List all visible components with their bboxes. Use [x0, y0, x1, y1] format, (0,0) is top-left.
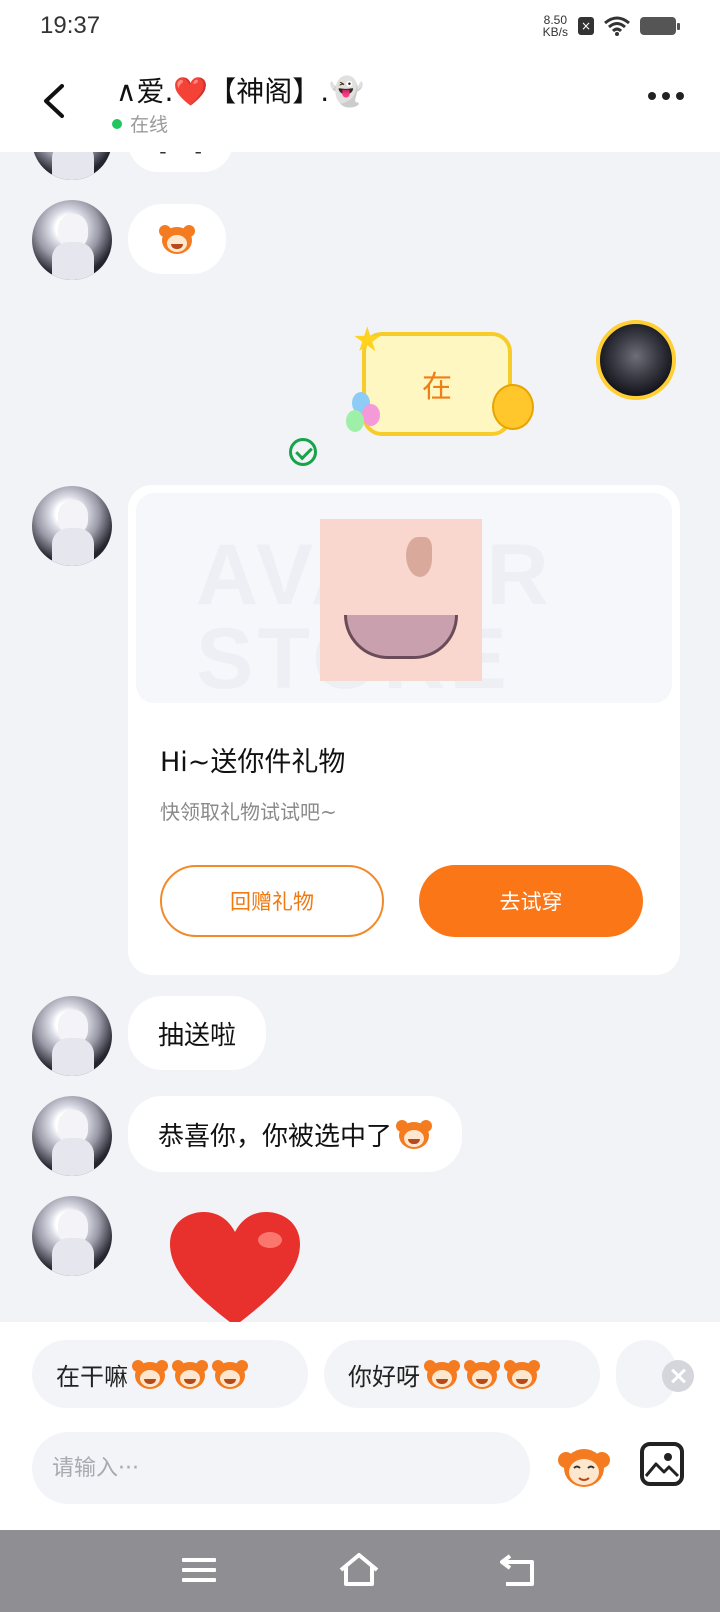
message-bubble: 抽送啦	[128, 996, 267, 1070]
message-text: 抽送啦	[158, 1020, 237, 1051]
net-speed-unit: KB/s	[542, 25, 568, 39]
monkey-emoji-icon	[424, 1358, 460, 1390]
status-bar: 19:37 8.50 KB/s ×	[0, 0, 720, 54]
chat-title-suffix: 【神阁】.👻	[208, 75, 365, 108]
sticker-button[interactable]	[556, 1438, 612, 1494]
return-gift-button[interactable]: 回赠礼物	[160, 865, 384, 937]
balloon-icon	[362, 404, 380, 426]
image-icon	[644, 1453, 680, 1478]
sticker-card: 在	[362, 332, 512, 436]
net-speed: 8.50 KB/s	[543, 14, 568, 38]
message-text: [...]	[158, 152, 203, 157]
gift-title: Hi~送你件礼物	[160, 747, 346, 778]
monkey-emoji-icon	[464, 1358, 500, 1390]
sticker-text: 在	[422, 370, 452, 405]
sticker-icon	[558, 1449, 610, 1487]
quick-reply-chip[interactable]: 你好呀	[324, 1340, 600, 1408]
status-time: 19:37	[40, 12, 101, 39]
message-bubble-partial: [...]	[128, 152, 234, 172]
chat-header: ∧爱.❤️【神阁】.👻 在线	[0, 54, 720, 152]
back-icon[interactable]	[496, 1550, 542, 1590]
monkey-emoji-icon	[504, 1358, 540, 1390]
status-indicators: 8.50 KB/s ×	[543, 14, 680, 38]
bear-mascot-icon	[492, 384, 534, 430]
emoji-message-bubble	[128, 204, 226, 274]
home-icon[interactable]	[336, 1550, 382, 1590]
gift-item-image[interactable]	[320, 519, 482, 681]
online-status: 在线	[112, 110, 168, 137]
no-sim-icon: ×	[578, 17, 594, 35]
try-on-button[interactable]: 去试穿	[419, 865, 643, 937]
quick-reply-text: 在干嘛	[56, 1362, 128, 1391]
message-text: 恭喜你，你被选中了	[158, 1121, 393, 1152]
back-arrow-icon	[44, 84, 64, 118]
back-button[interactable]	[36, 76, 76, 126]
heart-sticker-icon[interactable]	[166, 1210, 304, 1322]
online-status-label: 在线	[130, 114, 169, 136]
system-nav-bar	[0, 1530, 720, 1612]
contact-avatar[interactable]	[32, 486, 112, 566]
contact-avatar[interactable]	[32, 200, 112, 280]
sent-sticker[interactable]: 在 ★	[346, 320, 542, 450]
gift-card: AVATAR STORE Hi~送你件礼物 快领取礼物试试吧~ 回赠礼物 去试穿	[128, 485, 680, 975]
my-avatar[interactable]	[596, 320, 676, 400]
more-button[interactable]	[648, 92, 684, 100]
quick-reply-text: 你好呀	[348, 1362, 420, 1391]
chat-area[interactable]: [...] 在 ★ AVATAR STORE Hi~送你件礼物 快领取礼物试试吧…	[0, 152, 720, 1322]
chat-title-heart: ❤️	[173, 75, 209, 108]
monkey-emoji-icon	[132, 1358, 168, 1390]
quick-replies-bar: 在干嘛 你好呀	[0, 1322, 720, 1432]
gift-subtitle: 快领取礼物试试吧~	[160, 800, 337, 824]
monkey-emoji-icon	[172, 1358, 208, 1390]
quick-reply-chip[interactable]: 在干嘛	[32, 1340, 308, 1408]
star-icon: ★	[352, 320, 383, 360]
contact-avatar[interactable]	[32, 996, 112, 1076]
close-icon[interactable]	[662, 1360, 694, 1392]
balloon-icon	[346, 410, 364, 432]
more-dots-icon	[648, 92, 656, 100]
monkey-emoji-icon	[159, 223, 195, 255]
message-bubble: 恭喜你，你被选中了	[128, 1096, 463, 1172]
chat-title: ∧爱.❤️【神阁】.👻	[116, 70, 364, 110]
gift-image-area: AVATAR STORE	[136, 493, 672, 703]
contact-avatar[interactable]	[32, 1196, 112, 1276]
monkey-emoji-icon	[212, 1358, 248, 1390]
wifi-icon	[604, 16, 630, 36]
menu-icon[interactable]	[176, 1550, 222, 1590]
online-dot-icon	[112, 118, 122, 129]
chat-title-prefix: ∧爱.	[116, 75, 174, 108]
sent-check-icon	[289, 438, 317, 466]
contact-avatar[interactable]	[32, 1096, 112, 1176]
message-input[interactable]	[32, 1432, 530, 1504]
battery-icon	[640, 17, 680, 35]
input-bar	[0, 1432, 720, 1530]
contact-avatar[interactable]	[32, 152, 112, 180]
image-button[interactable]	[640, 1442, 684, 1486]
monkey-emoji-icon	[396, 1118, 433, 1150]
